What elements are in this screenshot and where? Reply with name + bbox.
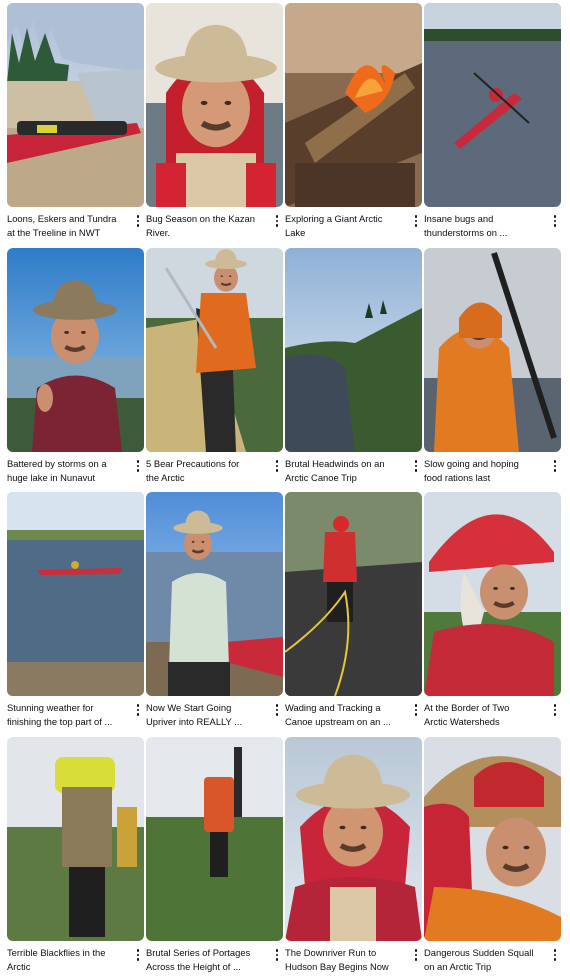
- more-vert-icon[interactable]: [271, 458, 283, 474]
- video-meta: Brutal Series of Portages Across the Hei…: [146, 946, 283, 978]
- video-card[interactable]: Wading and Tracking a Canoe upstream on …: [285, 492, 422, 733]
- video-thumbnail[interactable]: [424, 737, 561, 941]
- video-thumbnail[interactable]: [7, 248, 144, 452]
- video-card[interactable]: Brutal Headwinds on an Arctic Canoe Trip: [285, 248, 422, 489]
- video-meta: Terrible Blackflies in the Arctic: [7, 946, 144, 978]
- video-title[interactable]: Wading and Tracking a Canoe upstream on …: [285, 701, 406, 728]
- video-meta: The Downriver Run to Hudson Bay Begins N…: [285, 946, 422, 978]
- video-meta: Exploring a Giant Arctic Lake: [285, 212, 422, 244]
- more-vert-icon[interactable]: [271, 213, 283, 229]
- video-thumbnail[interactable]: [285, 3, 422, 207]
- more-vert-icon[interactable]: [410, 213, 422, 229]
- more-vert-icon[interactable]: [410, 947, 422, 963]
- video-card[interactable]: Brutal Series of Portages Across the Hei…: [146, 737, 283, 978]
- more-vert-icon[interactable]: [549, 702, 561, 718]
- more-vert-icon[interactable]: [410, 458, 422, 474]
- video-card[interactable]: At the Border of Two Arctic Watersheds: [424, 492, 561, 733]
- video-title[interactable]: Bug Season on the Kazan River.: [146, 212, 267, 239]
- video-title[interactable]: Now We Start Going Upriver into REALLY .…: [146, 701, 267, 728]
- video-title[interactable]: 5 Bear Precautions for the Arctic: [146, 457, 267, 484]
- video-title[interactable]: Insane bugs and thunderstorms on ...: [424, 212, 545, 239]
- video-title[interactable]: Brutal Series of Portages Across the Hei…: [146, 946, 267, 973]
- video-thumbnail[interactable]: [285, 248, 422, 452]
- more-vert-icon[interactable]: [549, 213, 561, 229]
- more-vert-icon[interactable]: [549, 947, 561, 963]
- video-meta: Dangerous Sudden Squall on an Arctic Tri…: [424, 946, 561, 978]
- more-vert-icon[interactable]: [132, 947, 144, 963]
- video-meta: Stunning weather for finishing the top p…: [7, 701, 144, 733]
- video-title[interactable]: Loons, Eskers and Tundra at the Treeline…: [7, 212, 128, 239]
- video-meta: Insane bugs and thunderstorms on ...: [424, 212, 561, 244]
- video-meta: 5 Bear Precautions for the Arctic: [146, 457, 283, 489]
- more-vert-icon[interactable]: [132, 702, 144, 718]
- more-vert-icon[interactable]: [549, 458, 561, 474]
- video-thumbnail[interactable]: [424, 492, 561, 696]
- video-meta: At the Border of Two Arctic Watersheds: [424, 701, 561, 733]
- video-title[interactable]: Battered by storms on a huge lake in Nun…: [7, 457, 128, 484]
- video-thumbnail[interactable]: [7, 492, 144, 696]
- video-meta: Loons, Eskers and Tundra at the Treeline…: [7, 212, 144, 244]
- video-title[interactable]: Brutal Headwinds on an Arctic Canoe Trip: [285, 457, 406, 484]
- more-vert-icon[interactable]: [271, 702, 283, 718]
- video-meta: Now We Start Going Upriver into REALLY .…: [146, 701, 283, 733]
- video-thumbnail[interactable]: [146, 3, 283, 207]
- video-card[interactable]: The Downriver Run to Hudson Bay Begins N…: [285, 737, 422, 978]
- video-title[interactable]: Slow going and hoping food rations last: [424, 457, 545, 484]
- video-title[interactable]: Dangerous Sudden Squall on an Arctic Tri…: [424, 946, 545, 973]
- video-card[interactable]: Now We Start Going Upriver into REALLY .…: [146, 492, 283, 733]
- video-thumbnail[interactable]: [7, 3, 144, 207]
- more-vert-icon[interactable]: [271, 947, 283, 963]
- video-meta: Brutal Headwinds on an Arctic Canoe Trip: [285, 457, 422, 489]
- video-thumbnail[interactable]: [7, 737, 144, 941]
- video-thumbnail[interactable]: [146, 492, 283, 696]
- video-thumbnail[interactable]: [146, 248, 283, 452]
- video-thumbnail[interactable]: [424, 3, 561, 207]
- video-card[interactable]: Exploring a Giant Arctic Lake: [285, 3, 422, 244]
- video-meta: Battered by storms on a huge lake in Nun…: [7, 457, 144, 489]
- video-card[interactable]: 5 Bear Precautions for the Arctic: [146, 248, 283, 489]
- video-title[interactable]: Exploring a Giant Arctic Lake: [285, 212, 406, 239]
- video-card[interactable]: Dangerous Sudden Squall on an Arctic Tri…: [424, 737, 561, 978]
- video-title[interactable]: At the Border of Two Arctic Watersheds: [424, 701, 545, 728]
- video-card[interactable]: Insane bugs and thunderstorms on ...: [424, 3, 561, 244]
- more-vert-icon[interactable]: [132, 458, 144, 474]
- video-card[interactable]: Battered by storms on a huge lake in Nun…: [7, 248, 144, 489]
- video-title[interactable]: Stunning weather for finishing the top p…: [7, 701, 128, 728]
- more-vert-icon[interactable]: [132, 213, 144, 229]
- video-thumbnail[interactable]: [285, 737, 422, 941]
- video-thumbnail[interactable]: [285, 492, 422, 696]
- video-title[interactable]: The Downriver Run to Hudson Bay Begins N…: [285, 946, 406, 973]
- video-thumbnail[interactable]: [146, 737, 283, 941]
- video-meta: Slow going and hoping food rations last: [424, 457, 561, 489]
- video-title[interactable]: Terrible Blackflies in the Arctic: [7, 946, 128, 973]
- video-card[interactable]: Stunning weather for finishing the top p…: [7, 492, 144, 733]
- video-card[interactable]: Terrible Blackflies in the Arctic: [7, 737, 144, 978]
- video-meta: Wading and Tracking a Canoe upstream on …: [285, 701, 422, 733]
- video-thumbnail[interactable]: [424, 248, 561, 452]
- video-meta: Bug Season on the Kazan River.: [146, 212, 283, 244]
- more-vert-icon[interactable]: [410, 702, 422, 718]
- video-card[interactable]: Loons, Eskers and Tundra at the Treeline…: [7, 3, 144, 244]
- video-card[interactable]: Bug Season on the Kazan River.: [146, 3, 283, 244]
- video-card[interactable]: Slow going and hoping food rations last: [424, 248, 561, 489]
